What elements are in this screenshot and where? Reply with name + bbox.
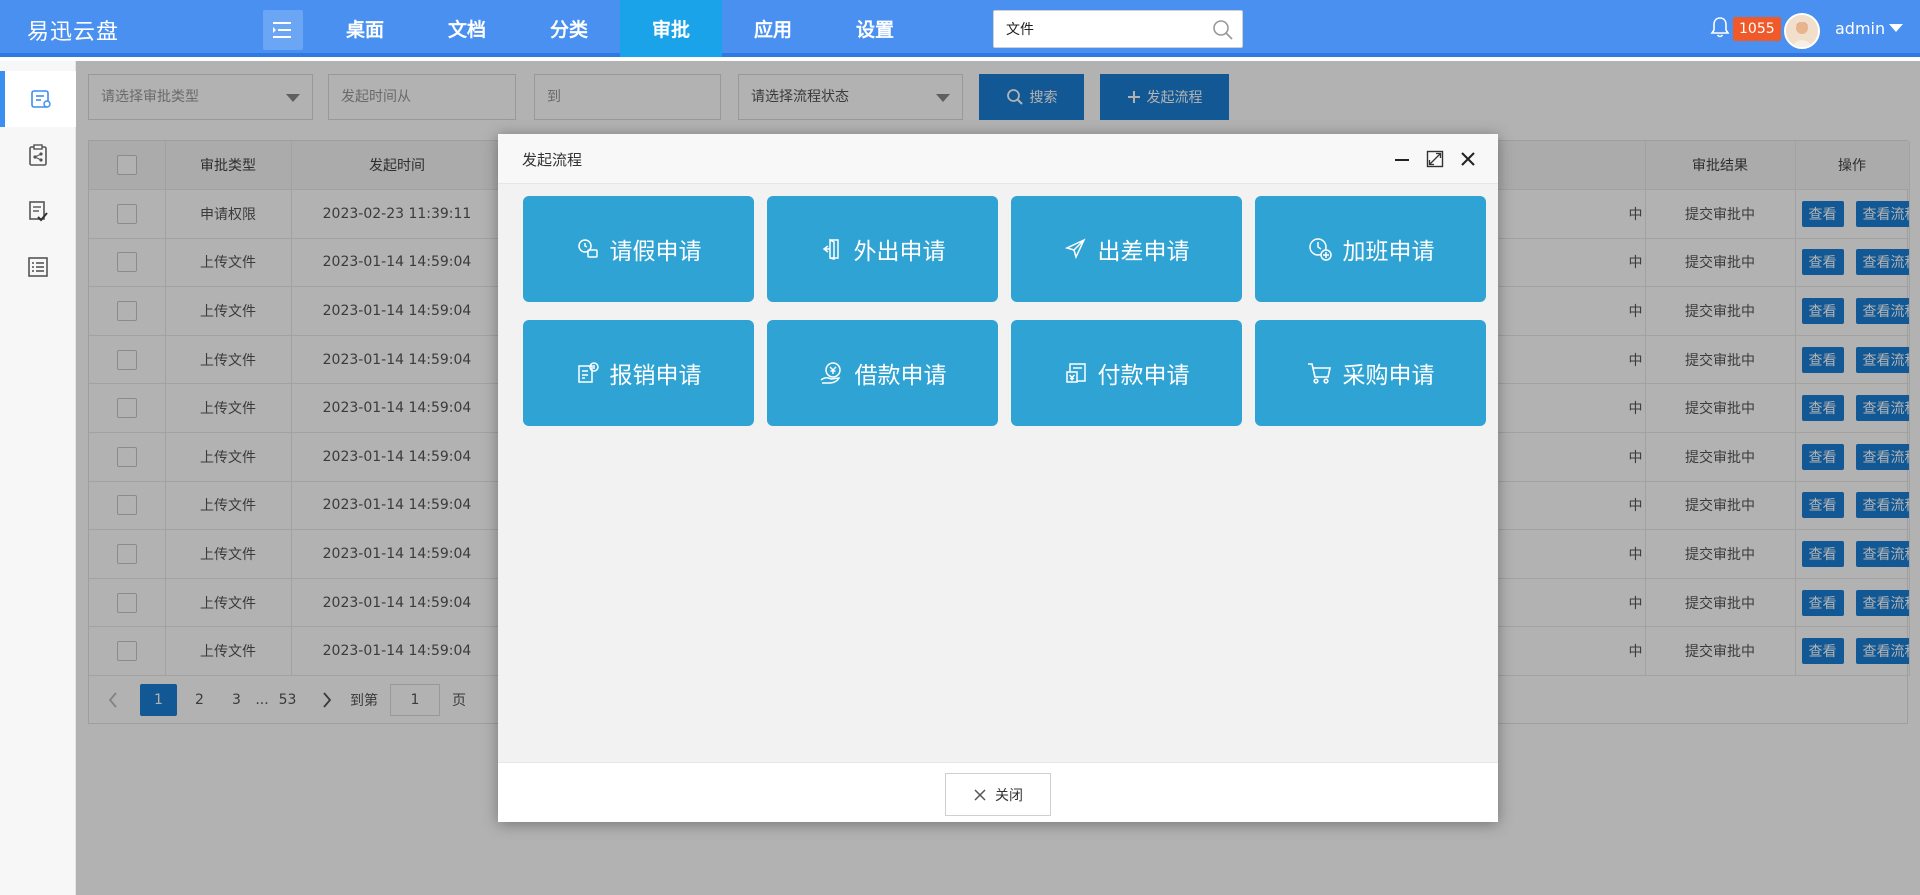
dialog-footer: 关闭 [498, 762, 1498, 822]
dialog-header: 发起流程 [498, 134, 1498, 184]
leave-icon [577, 239, 598, 258]
tile-leave-label: 请假申请 [609, 239, 702, 265]
tile-go-out-label: 外出申请 [853, 239, 946, 265]
sidebar-item-approval[interactable] [0, 71, 76, 127]
nav-item-category[interactable]: 分类 [518, 0, 620, 57]
tile-reimburse-label: 报销申请 [609, 363, 702, 389]
edit-check-icon [29, 201, 48, 222]
dialog-close-x[interactable] [1457, 148, 1479, 170]
clipboard-share-icon [29, 144, 47, 166]
tile-payment-request[interactable]: 付款申请 [1011, 320, 1242, 426]
minimize-button[interactable] [1391, 148, 1413, 170]
search-icon[interactable] [1212, 19, 1234, 41]
nav-item-apps[interactable]: 应用 [722, 0, 824, 57]
tile-payment-label: 付款申请 [1097, 363, 1190, 389]
sidebar-item-my-approvals[interactable] [0, 183, 76, 239]
approval-icon [30, 90, 51, 108]
tile-loan-request[interactable]: 借款申请 [767, 320, 998, 426]
overtime-clock-icon [1308, 238, 1332, 261]
go-out-icon [822, 238, 839, 260]
cart-icon [1307, 363, 1331, 384]
sidebar [0, 61, 76, 895]
user-avatar-icon [1786, 15, 1818, 47]
main-nav: 桌面 文档 分类 审批 应用 设置 [314, 0, 926, 57]
maximize-button[interactable] [1424, 148, 1446, 170]
tile-business-trip-request[interactable]: 出差申请 [1011, 196, 1242, 302]
start-flow-dialog: 发起流程 请假申请 外出申请 出差申请 加班申请 报销申请 借款申请 付款申请 … [498, 134, 1498, 822]
top-navbar: 易迅云盘 桌面 文档 分类 审批 应用 设置 1055 [0, 0, 1920, 57]
payment-icon [1065, 363, 1086, 383]
loan-icon [820, 362, 841, 384]
tile-go-out-request[interactable]: 外出申请 [767, 196, 998, 302]
menu-icon [273, 22, 291, 38]
close-button[interactable]: 关闭 [945, 773, 1051, 816]
close-button-label: 关闭 [995, 787, 1023, 804]
search-input[interactable] [994, 11, 1194, 47]
reimburse-icon [577, 362, 599, 383]
nav-item-settings[interactable]: 设置 [824, 0, 926, 57]
bell-icon[interactable] [1710, 16, 1730, 38]
dialog-title: 发起流程 [522, 151, 583, 169]
sidebar-item-shared-tasks[interactable] [0, 127, 76, 183]
tile-overtime-label: 加班申请 [1342, 239, 1435, 265]
tile-loan-label: 借款申请 [854, 363, 947, 389]
tile-overtime-request[interactable]: 加班申请 [1255, 196, 1486, 302]
app-logo[interactable]: 易迅云盘 [27, 14, 119, 46]
tile-purchase-request[interactable]: 采购申请 [1255, 320, 1486, 426]
sidebar-item-list[interactable] [0, 239, 76, 295]
tile-leave-request[interactable]: 请假申请 [523, 196, 754, 302]
avatar[interactable] [1784, 13, 1820, 49]
tile-reimburse-request[interactable]: 报销申请 [523, 320, 754, 426]
tile-business-trip-label: 出差申请 [1097, 239, 1190, 265]
global-search [993, 10, 1243, 48]
plane-icon [1064, 238, 1086, 260]
user-dropdown-caret[interactable] [1889, 24, 1903, 32]
menu-toggle-button[interactable] [263, 10, 303, 50]
nav-item-desktop[interactable]: 桌面 [314, 0, 416, 57]
username[interactable]: admin [1835, 19, 1885, 38]
maximize-icon [1426, 150, 1444, 168]
list-icon [28, 257, 48, 277]
close-icon [974, 788, 986, 801]
notification-badge[interactable]: 1055 [1733, 17, 1781, 41]
nav-item-approval[interactable]: 审批 [620, 0, 722, 57]
close-icon [1461, 152, 1475, 166]
nav-item-documents[interactable]: 文档 [416, 0, 518, 57]
minimize-icon [1395, 159, 1409, 161]
tile-purchase-label: 采购申请 [1342, 363, 1435, 389]
